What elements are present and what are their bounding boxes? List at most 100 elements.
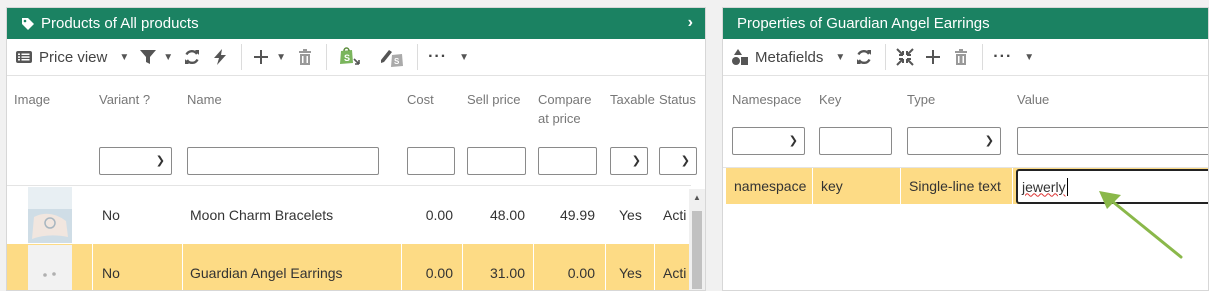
col-variant[interactable]: Variant ? [99, 90, 150, 109]
chevron-down-icon: ❯ [984, 135, 994, 147]
taxable-filter-select[interactable]: ❯ [610, 147, 648, 175]
add-button[interactable] [924, 48, 942, 66]
properties-panel-header: Properties of Guardian Angel Earrings [723, 8, 1208, 39]
price-view-label: Price view [39, 48, 108, 66]
chevron-right-icon[interactable]: › [688, 14, 693, 32]
col-status[interactable]: Status [659, 90, 696, 109]
refresh-button[interactable] [183, 48, 201, 66]
col-image[interactable]: Image [14, 90, 50, 109]
name-cell: Guardian Angel Earrings [190, 265, 343, 281]
name-cell: Moon Charm Bracelets [190, 207, 334, 223]
compare-price-filter-input[interactable] [538, 147, 597, 175]
more-actions-button[interactable]: ··· ▼ [993, 48, 1034, 66]
cell-divider [533, 244, 534, 290]
metafields-label: Metafields [755, 48, 824, 66]
type-filter-select[interactable]: ❯ [907, 127, 1001, 155]
chevron-down-icon: ▼ [1024, 51, 1035, 63]
col-taxable[interactable]: Taxable [610, 90, 656, 109]
tag-icon [22, 17, 34, 30]
sell-price-cell: 48.00 [489, 207, 525, 223]
variant-cell: No [102, 207, 120, 223]
toolbar-divider [982, 44, 984, 70]
trash-icon [955, 49, 968, 65]
table-row[interactable]: No Moon Charm Bracelets 0.00 48.00 49.99… [7, 186, 689, 244]
properties-toolbar: Metafields ▼ ··· ▼ [723, 39, 1208, 76]
refresh-icon [857, 49, 872, 65]
col-compare-price[interactable]: Compare at price [538, 90, 602, 128]
status-filter-select[interactable]: ❯ [659, 147, 697, 175]
scroll-up-icon[interactable]: ▲ [693, 193, 701, 202]
namespace-filter-select[interactable]: ❯ [732, 127, 805, 155]
taxable-cell: Yes [619, 265, 642, 281]
chevron-down-icon: ▼ [119, 51, 130, 63]
cost-cell: 0.00 [425, 207, 453, 223]
shopify-bag-icon: S [340, 47, 360, 65]
sell-price-cell: 31.00 [489, 265, 525, 281]
variant-cell: No [102, 265, 120, 281]
col-cost[interactable]: Cost [407, 90, 434, 109]
delete-button[interactable] [296, 48, 314, 66]
col-sell-price[interactable]: Sell price [467, 90, 520, 109]
delete-button[interactable] [952, 48, 970, 66]
table-row-selected[interactable]: No Guardian Angel Earrings 0.00 31.00 0.… [7, 244, 689, 290]
col-type[interactable]: Type [907, 90, 935, 109]
shopify-sync-button[interactable]: S [337, 46, 361, 68]
text-cursor [1066, 177, 1068, 196]
more-icon: ··· [428, 48, 448, 65]
chevron-down-icon: ❯ [155, 155, 165, 167]
key-cell: key [821, 178, 843, 194]
more-actions-button[interactable]: ··· ▼ [428, 48, 469, 66]
chevron-down-icon: ▼ [459, 51, 469, 63]
cell-divider [654, 244, 655, 290]
value-filter-input[interactable] [1017, 127, 1208, 155]
type-cell: Single-line text [909, 178, 1001, 194]
name-filter-input[interactable] [187, 147, 379, 175]
bolt-button[interactable] [211, 48, 229, 66]
toolbar-divider [326, 44, 328, 70]
toolbar-divider [885, 44, 887, 70]
cell-divider [401, 244, 402, 290]
product-thumbnail [28, 187, 72, 243]
value-input-text: jewerly [1022, 178, 1066, 195]
compress-icon [896, 48, 914, 66]
add-button[interactable]: ▼ [252, 48, 286, 66]
shapes-icon [732, 49, 748, 65]
status-cell: Acti [663, 265, 687, 281]
col-value[interactable]: Value [1017, 90, 1049, 109]
cost-filter-input[interactable] [407, 147, 455, 175]
products-panel: Products of All products › Price view ▼ … [6, 7, 706, 291]
metafields-dropdown[interactable]: Metafields ▼ [731, 48, 845, 66]
col-namespace[interactable]: Namespace [732, 90, 801, 109]
chevron-down-icon: ❯ [631, 155, 641, 167]
scrollbar-thumb[interactable] [692, 211, 702, 289]
col-key[interactable]: Key [819, 90, 841, 109]
plus-icon [926, 50, 941, 64]
taxable-cell: Yes [619, 207, 642, 223]
col-name[interactable]: Name [187, 90, 222, 109]
refresh-button[interactable] [855, 48, 873, 66]
plus-icon [254, 50, 269, 64]
annotation-arrow-icon [1099, 191, 1183, 259]
key-filter-input[interactable] [819, 127, 892, 155]
namespace-cell: namespace [734, 178, 807, 194]
variant-filter-select[interactable]: ❯ [99, 147, 172, 175]
compare-price-cell: 49.99 [559, 207, 595, 223]
collapse-button[interactable] [896, 48, 914, 66]
svg-text:S: S [394, 57, 400, 66]
cost-cell: 0.00 [425, 265, 453, 281]
toolbar-divider [417, 44, 419, 70]
refresh-icon [185, 49, 200, 65]
chevron-down-icon: ▼ [835, 51, 846, 63]
sell-price-filter-input[interactable] [467, 147, 526, 175]
edit-shopify-button[interactable]: S [379, 46, 405, 68]
products-panel-title: Products of All products [41, 15, 199, 32]
vertical-scrollbar[interactable]: ▲ [689, 189, 705, 290]
filter-button[interactable]: ▼ [139, 48, 173, 66]
cell-divider [900, 168, 901, 204]
price-view-dropdown[interactable]: Price view ▼ [15, 48, 129, 66]
pencil-bag-icon: S [381, 50, 404, 67]
chevron-down-icon: ❯ [680, 155, 690, 167]
trash-icon [299, 49, 312, 65]
filter-icon [140, 50, 157, 64]
cell-divider [92, 244, 93, 290]
